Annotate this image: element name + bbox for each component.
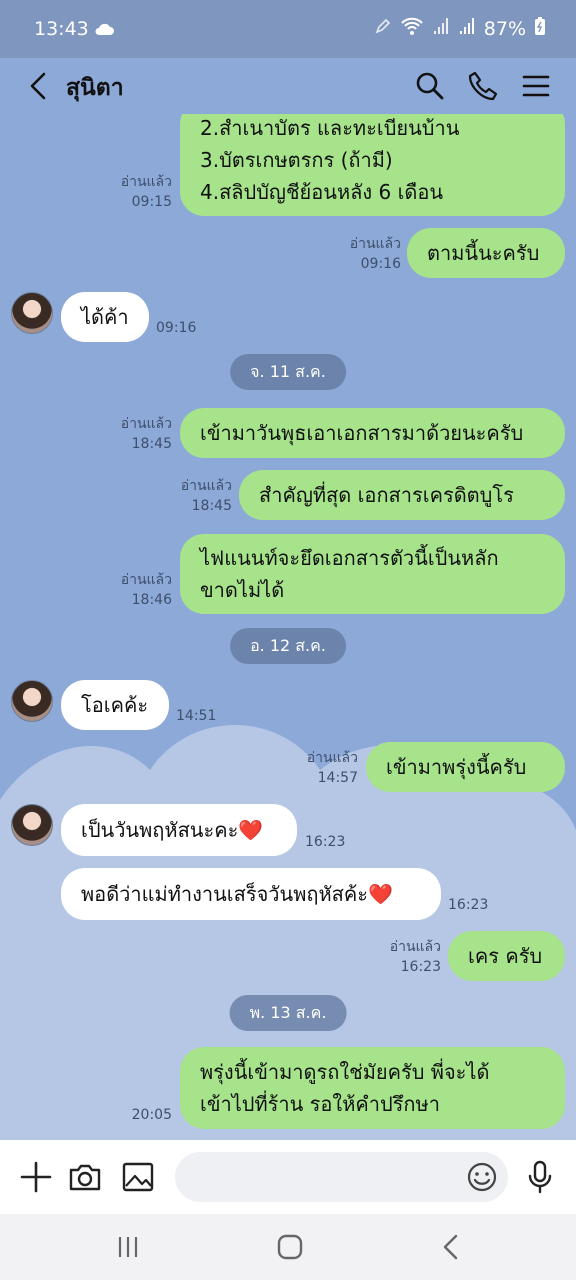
avatar[interactable] — [11, 680, 53, 722]
read-receipt: อ่านแล้ว — [180, 478, 232, 494]
date-separator: จ. 11 ส.ค. — [230, 354, 346, 390]
menu-icon[interactable] — [518, 68, 554, 104]
status-icons: 87% — [374, 16, 546, 41]
back-nav-icon[interactable] — [436, 1231, 468, 1263]
message-text: พรุ่งนี้เข้ามาดูรถใช่มัยครับ พี่จะได้ — [200, 1060, 490, 1084]
message-text: เข้ามาพรุ่งนี้ครับ — [386, 755, 527, 779]
contact-name[interactable]: สุนิตา — [66, 70, 124, 106]
message-bubble-incoming[interactable]: ได้ค้า — [61, 292, 149, 342]
message-text: เป็นวันพฤหัสนะคะ❤️ — [81, 818, 264, 842]
message-meta: อ่านแล้ว 09:15 — [121, 172, 172, 212]
read-receipt: อ่านแล้ว — [389, 939, 441, 955]
message-time: 09:15 — [131, 194, 172, 210]
message-bubble-outgoing[interactable]: พรุ่งนี้เข้ามาดูรถใช่มัยครับ พี่จะได้ เข… — [180, 1047, 565, 1129]
message-text: เคร ครับ — [468, 944, 543, 968]
message-text: พอดีว่าแม่ทำงานเสร็จวันพฤหัสค้ะ❤️ — [81, 882, 393, 906]
message-meta: อ่านแล้ว 14:57 — [307, 748, 358, 788]
message-meta: อ่านแล้ว 16:23 — [390, 937, 441, 977]
weather-cloud-icon — [93, 20, 115, 42]
message-bubble-outgoing[interactable]: ไฟแนนท์จะยึดเอกสารตัวนี้เป็นหลัก ขาดไม่ไ… — [180, 534, 565, 614]
message-text: เข้ามาวันพุธเอาเอกสารมาด้วยนะครับ — [200, 421, 524, 445]
date-separator: พ. 13 ส.ค. — [229, 995, 347, 1031]
message-time: 18:45 — [131, 436, 172, 452]
message-text: ตามนี้นะครับ — [427, 241, 540, 265]
message-text: 3.บัตรเกษตรกร (ถ้ามี) — [200, 148, 393, 172]
message-text: ไฟแนนท์จะยึดเอกสารตัวนี้เป็นหลัก — [200, 546, 499, 570]
message-meta: อ่านแล้ว 18:46 — [121, 570, 172, 610]
message-bubble-outgoing[interactable]: เข้ามาวันพุธเอาเอกสารมาด้วยนะครับ — [180, 408, 565, 458]
message-bubble-outgoing[interactable]: 2.สำเนาบัตร และทะเบียนบ้าน 3.บัตรเกษตรกร… — [180, 114, 565, 216]
status-bar: 13:43 87% — [0, 0, 576, 58]
signal-icon — [458, 17, 476, 40]
status-time: 13:43 — [34, 18, 89, 40]
read-receipt: อ่านแล้ว — [120, 572, 172, 588]
message-input-bar — [0, 1140, 576, 1214]
message-time: 09:16 — [360, 256, 401, 272]
signal-icon — [432, 17, 450, 40]
read-receipt: อ่านแล้ว — [120, 174, 172, 190]
message-text: 4.สลิปบัญชีย้อนหลัง 6 เดือน — [200, 180, 444, 204]
message-text: สำคัญที่สุด เอกสารเครดิตบูโร — [259, 483, 514, 507]
read-receipt: อ่านแล้ว — [306, 750, 358, 766]
message-text: โอเคค้ะ — [81, 693, 149, 717]
read-receipt: อ่านแล้ว — [349, 236, 401, 252]
message-time: 14:51 — [176, 708, 217, 724]
recents-icon[interactable] — [112, 1231, 144, 1263]
wifi-icon — [400, 16, 424, 41]
battery-percent: 87% — [483, 17, 526, 40]
message-time: 18:46 — [131, 592, 172, 608]
chat-area[interactable]: 2.สำเนาบัตร และทะเบียนบ้าน 3.บัตรเกษตรกร… — [0, 114, 576, 1140]
message-bubble-incoming[interactable]: เป็นวันพฤหัสนะคะ❤️ — [61, 804, 297, 856]
message-time: 18:45 — [191, 498, 232, 514]
date-separator: อ. 12 ส.ค. — [230, 628, 346, 664]
message-time: 20:05 — [131, 1107, 172, 1123]
back-icon[interactable] — [22, 68, 58, 104]
message-meta: อ่านแล้ว 18:45 — [181, 476, 232, 516]
mic-icon[interactable] — [522, 1159, 558, 1195]
chat-header: สุนิตา — [0, 58, 576, 114]
message-bubble-outgoing[interactable]: สำคัญที่สุด เอกสารเครดิตบูโร — [239, 470, 565, 520]
message-bubble-outgoing[interactable]: เข้ามาพรุ่งนี้ครับ — [366, 742, 565, 792]
message-bubble-outgoing[interactable]: เคร ครับ — [448, 931, 565, 981]
message-text: ได้ค้า — [81, 305, 129, 329]
message-input[interactable] — [175, 1152, 508, 1202]
plus-icon[interactable] — [18, 1159, 54, 1195]
message-text: 2.สำเนาบัตร และทะเบียนบ้าน — [200, 116, 460, 140]
message-time: 09:16 — [156, 320, 197, 336]
avatar[interactable] — [11, 804, 53, 846]
battery-icon — [534, 16, 546, 41]
camera-icon[interactable] — [67, 1159, 103, 1195]
message-time: 16:23 — [305, 834, 346, 850]
system-nav-bar — [0, 1214, 576, 1280]
message-text: ขาดไม่ได้ — [200, 578, 285, 602]
message-meta: อ่านแล้ว 09:16 — [350, 234, 401, 274]
read-receipt: อ่านแล้ว — [120, 416, 172, 432]
image-icon[interactable] — [120, 1159, 156, 1195]
message-meta: อ่านแล้ว 18:45 — [121, 414, 172, 454]
emoji-icon[interactable] — [464, 1159, 500, 1195]
avatar[interactable] — [11, 292, 53, 334]
message-time: 16:23 — [448, 897, 489, 913]
message-bubble-outgoing[interactable]: ตามนี้นะครับ — [407, 228, 565, 278]
phone-icon[interactable] — [465, 68, 501, 104]
message-time: 14:57 — [317, 770, 358, 786]
search-icon[interactable] — [412, 68, 448, 104]
message-time: 16:23 — [400, 959, 441, 975]
home-icon[interactable] — [274, 1231, 306, 1263]
message-bubble-incoming[interactable]: โอเคค้ะ — [61, 680, 169, 730]
message-text: เข้าไปที่ร้าน รอให้คำปรึกษา — [200, 1092, 440, 1116]
message-bubble-incoming[interactable]: พอดีว่าแม่ทำงานเสร็จวันพฤหัสค้ะ❤️ — [61, 868, 441, 920]
pen-icon — [374, 17, 392, 40]
